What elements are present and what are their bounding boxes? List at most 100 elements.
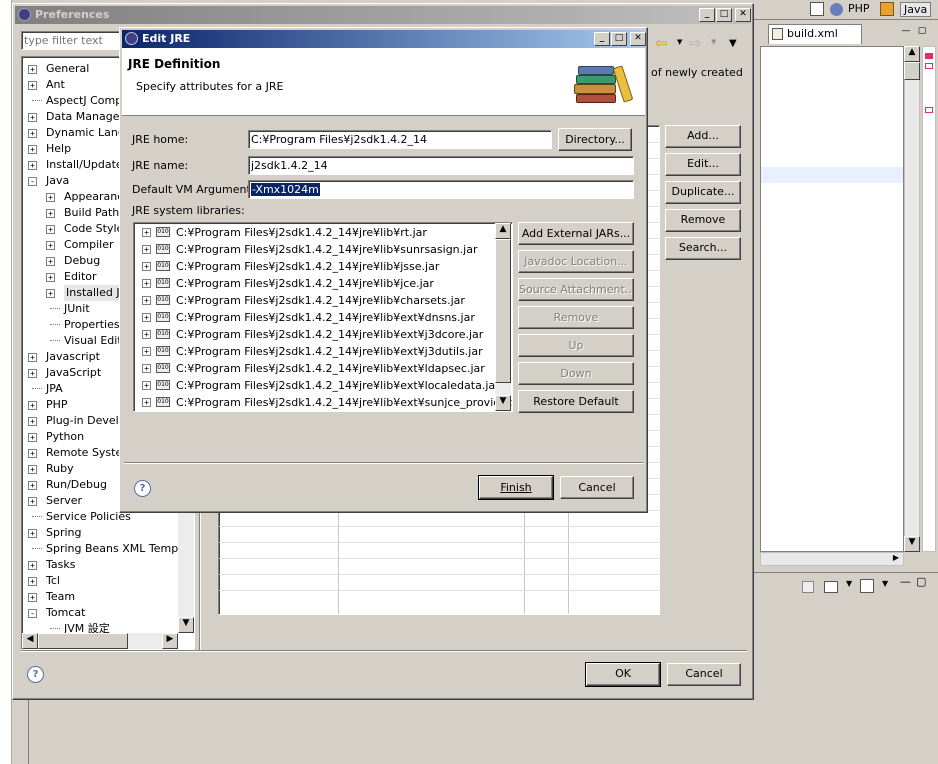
expand-icon[interactable]: + <box>142 262 151 271</box>
prefs-ok-button[interactable]: OK <box>585 662 661 687</box>
scroll-right-arrow-icon[interactable]: ▶ <box>162 633 178 649</box>
expand-icon[interactable]: + <box>28 561 37 570</box>
expand-icon[interactable]: + <box>28 465 37 474</box>
tree-item[interactable]: + Team <box>22 589 178 605</box>
new-console-icon[interactable] <box>860 579 874 593</box>
view-maximize-icon[interactable]: ▢ <box>916 575 926 588</box>
chevron-down-icon[interactable]: ▼ <box>846 579 852 588</box>
expand-icon[interactable]: + <box>28 481 37 490</box>
expand-icon[interactable]: + <box>142 330 151 339</box>
expand-icon[interactable]: + <box>142 398 151 407</box>
tree-item[interactable]: + Tasks <box>22 557 178 573</box>
forward-arrow-icon[interactable]: ⇨ <box>689 34 702 52</box>
prefs-cancel-button[interactable]: Cancel <box>667 663 741 686</box>
scroll-up-arrow-icon[interactable]: ▲ <box>495 223 511 239</box>
vm-args-input[interactable]: -Xmx1024m <box>248 180 634 199</box>
jre-duplicate-button[interactable]: Duplicate... <box>665 181 741 204</box>
editor-vertical-scrollbar[interactable]: ▲ ▼ <box>904 46 920 552</box>
editor-minimize-button[interactable]: — <box>898 26 914 40</box>
list-item[interactable]: +010 C:¥Program Files¥j2sdk1.4.2_14¥jre¥l… <box>136 394 512 411</box>
dialog-minimize-button[interactable]: _ <box>594 32 610 46</box>
expand-icon[interactable]: + <box>46 289 55 298</box>
editor-horizontal-scrollbar[interactable]: ▶ <box>760 552 904 566</box>
scroll-thumb[interactable] <box>495 239 511 383</box>
scroll-down-arrow-icon[interactable]: ▼ <box>904 536 920 552</box>
jre-remove-button[interactable]: Remove <box>665 209 741 232</box>
tree-item[interactable]: Spring Beans XML Templates <box>22 541 194 557</box>
list-item[interactable]: +010 C:¥Program Files¥j2sdk1.4.2_14¥jre¥l… <box>136 292 496 309</box>
list-item[interactable]: +010 C:¥Program Files¥j2sdk1.4.2_14¥jre¥l… <box>136 343 496 360</box>
expand-icon[interactable]: + <box>28 593 37 602</box>
list-item[interactable]: +010 C:¥Program Files¥j2sdk1.4.2_14¥jre¥l… <box>136 275 496 292</box>
chevron-down-icon[interactable]: ▼ <box>711 38 716 46</box>
expand-icon[interactable]: + <box>28 81 37 90</box>
expand-icon[interactable]: + <box>28 353 37 362</box>
jre-search-button[interactable]: Search... <box>665 237 741 260</box>
scroll-down-arrow-icon[interactable]: ▼ <box>178 617 194 633</box>
back-arrow-icon[interactable]: ⇦ <box>655 34 668 52</box>
expand-icon[interactable]: + <box>142 245 151 254</box>
expand-icon[interactable]: + <box>28 433 37 442</box>
expand-icon[interactable]: + <box>28 145 37 154</box>
prefs-close-button[interactable]: ✕ <box>735 8 751 22</box>
expand-icon[interactable]: + <box>142 347 151 356</box>
chevron-down-icon[interactable]: ▼ <box>882 579 888 588</box>
open-perspective-icon[interactable] <box>810 2 824 16</box>
dialog-maximize-button[interactable]: □ <box>611 32 627 46</box>
chevron-down-icon[interactable]: ▼ <box>677 38 682 46</box>
expand-icon[interactable]: + <box>142 279 151 288</box>
collapse-icon[interactable]: - <box>28 609 37 618</box>
expand-icon[interactable]: + <box>46 241 55 250</box>
help-icon[interactable]: ? <box>27 666 44 683</box>
expand-icon[interactable]: + <box>28 497 37 506</box>
prefs-maximize-button[interactable]: □ <box>716 8 732 22</box>
editor-text-area[interactable] <box>760 46 904 552</box>
dialog-cancel-button[interactable]: Cancel <box>560 476 634 499</box>
scroll-left-arrow-icon[interactable]: ◀ <box>22 633 38 649</box>
view-menu-icon[interactable]: ▼ <box>729 38 737 49</box>
expand-icon[interactable]: + <box>28 129 37 138</box>
jre-add-button[interactable]: Add... <box>665 125 741 148</box>
expand-icon[interactable]: + <box>46 257 55 266</box>
expand-icon[interactable]: + <box>28 65 37 74</box>
libraries-tree[interactable]: +010 C:¥Program Files¥j2sdk1.4.2_14¥jre¥l… <box>133 222 513 412</box>
expand-icon[interactable]: + <box>28 577 37 586</box>
list-item[interactable]: +010 C:¥Program Files¥j2sdk1.4.2_14¥jre¥l… <box>136 377 500 394</box>
tree-item[interactable]: + Tcl <box>22 573 178 589</box>
scroll-up-arrow-icon[interactable]: ▲ <box>904 46 920 62</box>
clear-console-icon[interactable] <box>802 581 814 593</box>
restore-default-button[interactable]: Restore Default <box>518 390 634 413</box>
tree-item[interactable]: - Tomcat <box>22 605 178 621</box>
expand-icon[interactable]: + <box>142 381 151 390</box>
expand-icon[interactable]: + <box>46 273 55 282</box>
tree-horizontal-scrollbar[interactable]: ◀ ▶ <box>22 633 178 649</box>
expand-icon[interactable]: + <box>46 193 55 202</box>
list-item[interactable]: +010 C:¥Program Files¥j2sdk1.4.2_14¥jre¥l… <box>136 241 496 258</box>
error-marker-icon[interactable] <box>925 107 933 113</box>
scroll-thumb[interactable] <box>904 62 920 80</box>
expand-icon[interactable]: + <box>46 209 55 218</box>
perspective-java[interactable]: Java <box>900 2 932 17</box>
list-item[interactable]: +010 C:¥Program Files¥j2sdk1.4.2_14¥jre¥l… <box>136 360 496 377</box>
add-external-jars-button[interactable]: Add External JARs... <box>518 222 634 245</box>
jre-name-input[interactable] <box>248 156 634 175</box>
editor-tab-build-xml[interactable]: build.xml <box>768 24 862 44</box>
help-icon[interactable]: ? <box>134 480 151 497</box>
finish-button[interactable]: Finish <box>478 475 554 500</box>
expand-icon[interactable]: + <box>142 364 151 373</box>
expand-icon[interactable]: + <box>142 296 151 305</box>
prefs-minimize-button[interactable]: _ <box>699 8 715 22</box>
dialog-close-button[interactable]: ✕ <box>630 32 646 46</box>
list-item[interactable]: +010 C:¥Program Files¥j2sdk1.4.2_14¥jre¥l… <box>136 309 496 326</box>
expand-icon[interactable]: + <box>28 401 37 410</box>
filter-input[interactable] <box>21 31 121 50</box>
jre-edit-button[interactable]: Edit... <box>665 153 741 176</box>
display-console-icon[interactable] <box>824 581 838 593</box>
libraries-vertical-scrollbar[interactable]: ▲ ▼ <box>495 223 511 411</box>
scroll-right-arrow-icon[interactable]: ▶ <box>889 553 903 565</box>
expand-icon[interactable]: + <box>28 369 37 378</box>
list-item[interactable]: +010 C:¥Program Files¥j2sdk1.4.2_14¥jre¥l… <box>136 258 496 275</box>
list-item[interactable]: +010 C:¥Program Files¥j2sdk1.4.2_14¥jre¥l… <box>136 326 496 343</box>
expand-icon[interactable]: + <box>28 417 37 426</box>
expand-icon[interactable]: + <box>46 225 55 234</box>
